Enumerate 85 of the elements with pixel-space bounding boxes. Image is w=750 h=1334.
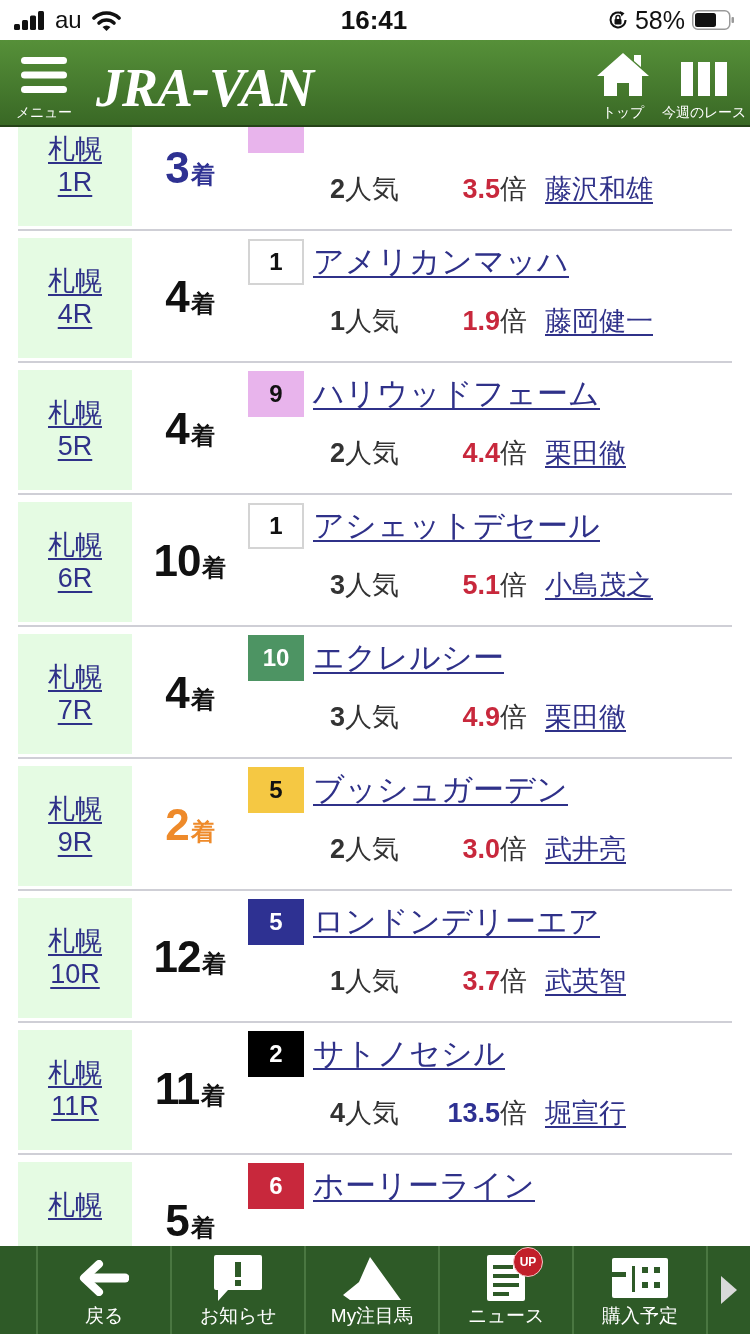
- odds-value: 4.4倍: [461, 437, 527, 470]
- horse-name-link[interactable]: ホーリーライン: [313, 1166, 535, 1206]
- finish-position: 3着: [164, 142, 216, 194]
- venue-link[interactable]: 札幌: [48, 661, 102, 694]
- finish-position: 11着: [153, 1063, 227, 1115]
- jockey-link[interactable]: 藤沢和雄: [545, 171, 653, 207]
- finish-position: 10着: [152, 535, 228, 587]
- horse-number-badge: 10: [248, 635, 304, 681]
- horse-number-badge: 2: [248, 1031, 304, 1077]
- popularity-rank: 1人気: [330, 305, 401, 338]
- finish-position: 4着: [164, 271, 216, 323]
- popularity-rank: 2人気: [330, 833, 401, 866]
- horse-number-badge: 1: [248, 239, 304, 285]
- race-link[interactable]: 9R: [57, 826, 93, 859]
- battery-percentage: 58%: [634, 6, 685, 34]
- menu-button[interactable]: メニュー: [14, 40, 74, 125]
- jockey-link[interactable]: 堀宣行: [545, 1095, 626, 1131]
- race-link[interactable]: 1R: [57, 166, 93, 199]
- odds-value: 13.5倍: [446, 1097, 527, 1130]
- odds-value: 1.9倍: [461, 305, 527, 338]
- horse-number-badge: 6: [248, 1163, 304, 1209]
- horse-number-badge: 1: [248, 503, 304, 549]
- carrier-name: au: [55, 6, 82, 34]
- venue-link[interactable]: 札幌: [48, 133, 102, 166]
- jockey-link[interactable]: 栗田徹: [545, 435, 626, 471]
- grid-icon: [612, 1258, 668, 1298]
- finish-position: 5着: [164, 1195, 216, 1246]
- peak-icon: [342, 1256, 402, 1300]
- this-week-races-button[interactable]: 今週のレース: [658, 40, 750, 125]
- race-link[interactable]: 10R: [50, 958, 100, 991]
- horse-number-badge: 9: [248, 371, 304, 417]
- rotation-lock-icon: [607, 10, 628, 30]
- horse-name-link[interactable]: エクレルシー: [313, 638, 504, 678]
- odds-value: 3.5倍: [461, 173, 527, 206]
- wifi-icon: [91, 9, 121, 31]
- horse-number-badge: 5: [248, 767, 304, 813]
- caret-right-icon[interactable]: [721, 1276, 737, 1304]
- signal-icon: [14, 10, 45, 30]
- battery-icon: [692, 10, 734, 30]
- popularity-rank: 2人気: [330, 437, 401, 470]
- menu-icon: [21, 57, 67, 93]
- finish-position: 4着: [164, 403, 216, 455]
- popularity-rank: 4人気: [330, 1097, 401, 1130]
- horse-number-badge: 5: [248, 899, 304, 945]
- odds-value: 5.1倍: [461, 569, 527, 602]
- horse-name-link[interactable]: アメリカンマッハ: [313, 242, 569, 282]
- odds-value: 3.7倍: [461, 965, 527, 998]
- home-icon: [596, 52, 650, 96]
- race-link[interactable]: 6R: [57, 562, 93, 595]
- horse-name-link[interactable]: ハリウッドフェーム: [313, 374, 600, 414]
- popularity-rank: 2人気: [330, 173, 401, 206]
- odds-value: 4.9倍: [461, 701, 527, 734]
- race-link[interactable]: 4R: [57, 298, 93, 331]
- update-badge: UP: [513, 1247, 543, 1277]
- venue-link[interactable]: 札幌: [48, 1189, 102, 1222]
- venue-link[interactable]: 札幌: [48, 529, 102, 562]
- clock-time: 16:41: [340, 5, 408, 35]
- horse-name-link[interactable]: サトノセシル: [313, 1034, 505, 1074]
- jockey-link[interactable]: 藤岡健一: [545, 303, 653, 339]
- venue-link[interactable]: 札幌: [48, 265, 102, 298]
- race-link[interactable]: 11R: [51, 1090, 99, 1123]
- jockey-link[interactable]: 武英智: [545, 963, 626, 999]
- horse-name-link[interactable]: ブッシュガーデン: [313, 770, 568, 810]
- popularity-rank: 3人気: [330, 569, 401, 602]
- speech-bubble-icon: [214, 1255, 262, 1301]
- jockey-link[interactable]: 武井亮: [545, 831, 626, 867]
- odds-value: 3.0倍: [461, 833, 527, 866]
- venue-link[interactable]: 札幌: [48, 1057, 102, 1090]
- horse-name-link[interactable]: アシェットデセール: [313, 506, 600, 546]
- top-button[interactable]: トップ: [588, 40, 658, 125]
- race-link[interactable]: 5R: [57, 430, 93, 463]
- popularity-rank: 3人気: [330, 701, 401, 734]
- finish-position: 4着: [164, 667, 216, 719]
- logo[interactable]: JRA-VAN: [96, 57, 320, 118]
- venue-link[interactable]: 札幌: [48, 397, 102, 430]
- venue-link[interactable]: 札幌: [48, 925, 102, 958]
- jockey-link[interactable]: 小島茂之: [545, 567, 653, 603]
- race-link[interactable]: 7R: [57, 694, 93, 727]
- venue-link[interactable]: 札幌: [48, 793, 102, 826]
- horse-name-link[interactable]: ロンドンデリーエア: [313, 902, 600, 942]
- finish-position: 2着: [164, 799, 216, 851]
- finish-position: 12着: [152, 931, 228, 983]
- jockey-link[interactable]: 栗田徹: [545, 699, 626, 735]
- popularity-rank: 1人気: [330, 965, 401, 998]
- columns-icon: [681, 62, 727, 96]
